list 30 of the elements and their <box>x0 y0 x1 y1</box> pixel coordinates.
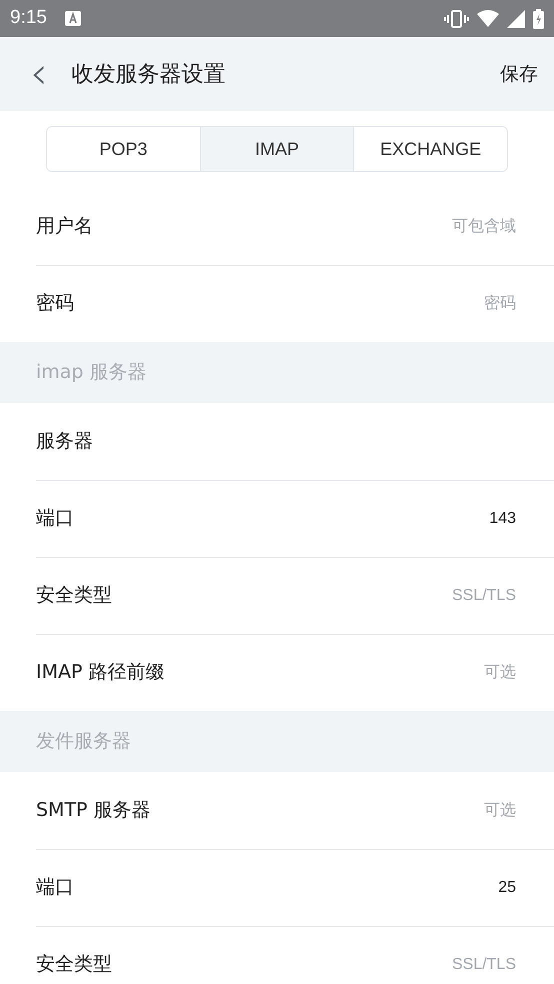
field-label: 用户名 <box>36 214 93 240</box>
input-field[interactable]: 25 <box>74 874 518 900</box>
vibrate-icon <box>444 10 469 28</box>
section-title: imap 服务器 <box>36 360 147 386</box>
save-button[interactable]: 保存 <box>500 60 538 88</box>
input-field[interactable]: 可包含域 <box>93 214 518 240</box>
field-label: 服务器 <box>36 429 93 454</box>
signal-icon <box>507 10 525 28</box>
field-label: 端口 <box>36 506 74 532</box>
field-label: 密码 <box>36 291 74 316</box>
status-time: 9:15 <box>10 6 47 30</box>
input-field[interactable]: 密码 <box>74 290 518 316</box>
battery-icon <box>533 8 544 28</box>
field-label: 安全类型 <box>36 583 112 608</box>
input-field[interactable]: 可选 <box>164 660 518 686</box>
input-field[interactable]: 可选 <box>150 798 518 824</box>
page-title: 收发服务器设置 <box>72 60 226 88</box>
input-field[interactable]: SSL/TLS <box>112 952 518 978</box>
protocol-tab[interactable]: EXCHANGE <box>353 127 507 171</box>
wifi-icon <box>477 10 499 27</box>
field-label: IMAP 路径前缀 <box>36 660 164 686</box>
input-field[interactable]: SSL/TLS <box>112 582 518 608</box>
section-title: 发件服务器 <box>36 729 131 754</box>
field-label: 端口 <box>36 875 74 900</box>
back-button[interactable]: ‹ <box>24 52 54 96</box>
field-label: 安全类型 <box>36 952 112 978</box>
field-label: SMTP 服务器 <box>36 798 151 824</box>
notification-icon <box>64 11 81 26</box>
input-field[interactable]: 143 <box>74 506 518 532</box>
protocol-tab[interactable]: IMAP <box>200 127 354 171</box>
